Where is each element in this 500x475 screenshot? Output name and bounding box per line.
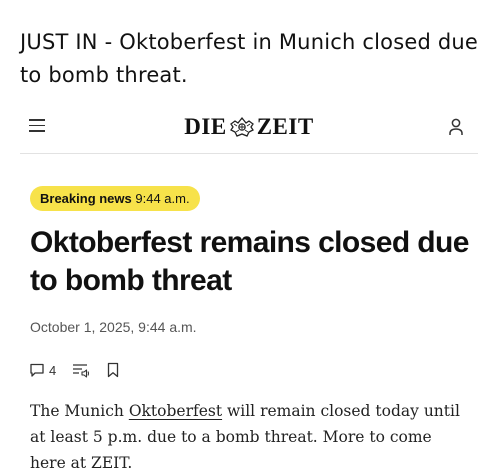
oktoberfest-link[interactable]: Oktoberfest <box>129 402 222 420</box>
article-screenshot: DIE ZEIT Breaking news 9:44 a.m. Oktober… <box>20 102 478 475</box>
text-to-speech-icon <box>73 364 90 378</box>
logo-text-right: ZEIT <box>256 114 314 139</box>
eagle-crest-icon <box>229 116 254 137</box>
badge-label: Breaking news <box>40 191 132 206</box>
listen-button[interactable] <box>72 362 90 378</box>
logo-text-left: DIE <box>184 114 227 139</box>
comment-count: 4 <box>49 362 57 378</box>
post-caption: JUST IN - Oktoberfest in Munich closed d… <box>20 30 479 87</box>
article-actions: 4 <box>29 360 136 380</box>
bookmark-button[interactable] <box>106 362 120 378</box>
breaking-news-badge: Breaking news 9:44 a.m. <box>30 186 200 211</box>
article-dateline: October 1, 2025, 9:44 a.m. <box>30 319 197 335</box>
comments-button[interactable]: 4 <box>29 362 56 378</box>
article-body: The Munich Oktoberfest will remain close… <box>30 398 470 475</box>
user-icon[interactable] <box>448 117 464 137</box>
bookmark-icon <box>108 362 119 378</box>
speech-bubble-icon <box>30 363 44 377</box>
site-logo[interactable]: DIE ZEIT <box>20 114 478 140</box>
article-headline: Oktoberfest remains closed due to bomb t… <box>30 226 469 297</box>
badge-time: 9:44 a.m. <box>135 191 190 206</box>
site-header: DIE ZEIT <box>20 102 478 154</box>
body-text-start: The Munich <box>30 402 129 420</box>
